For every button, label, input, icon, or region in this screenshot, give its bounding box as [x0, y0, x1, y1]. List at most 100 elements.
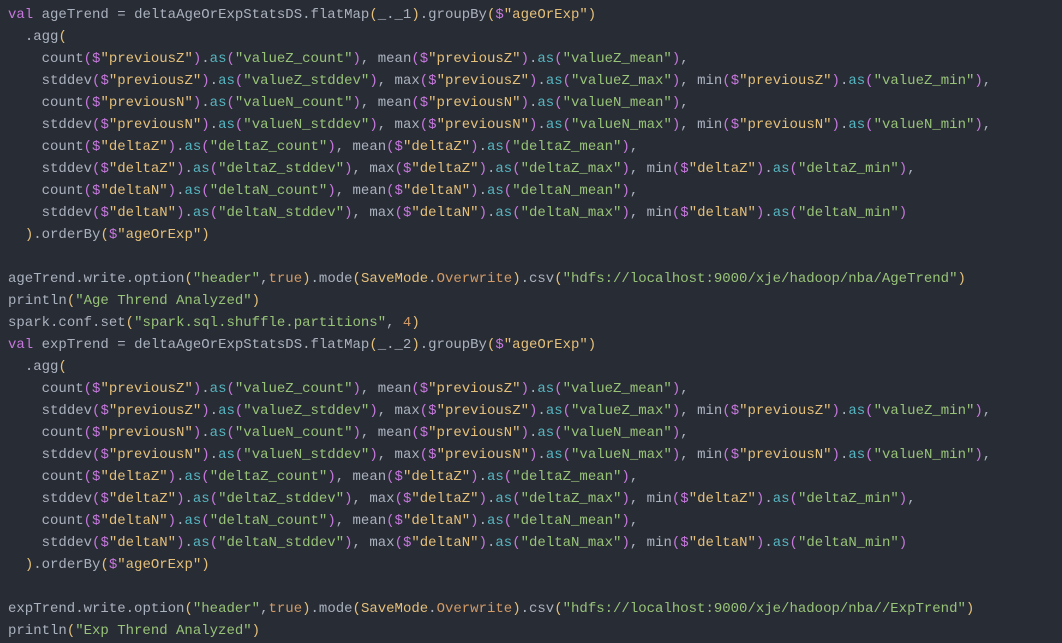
col-previousZ: "previousZ" — [109, 73, 201, 89]
alias: "deltaN_mean" — [512, 183, 621, 199]
alias: "valueZ_mean" — [563, 381, 672, 397]
col-previousN: "previousN" — [428, 425, 520, 441]
groupby-col: "ageOrExp" — [504, 7, 588, 23]
alias: "valueZ_mean" — [563, 51, 672, 67]
col-previousZ: "previousZ" — [428, 51, 520, 67]
orderby-col: "ageOrExp" — [117, 557, 201, 573]
hdfs-age-path: "hdfs://localhost:9000/xje/hadoop/nba/Ag… — [563, 271, 958, 287]
col-deltaZ: "deltaZ" — [689, 161, 756, 177]
keyword-val: val — [8, 7, 33, 23]
col-deltaN: "deltaN" — [411, 205, 478, 221]
alias: "valueZ_min" — [874, 73, 975, 89]
col-previousN: "previousN" — [739, 117, 831, 133]
alias: "deltaZ_max" — [521, 161, 622, 177]
col-deltaZ: "deltaZ" — [411, 491, 478, 507]
alias: "deltaN_stddev" — [218, 535, 344, 551]
alias: "valueN_mean" — [563, 425, 672, 441]
col-deltaZ: "deltaZ" — [403, 139, 470, 155]
savemode-obj: SaveMode — [361, 271, 428, 287]
col-previousZ: "previousZ" — [109, 403, 201, 419]
alias: "valueN_max" — [571, 117, 672, 133]
flatmap-arg: _._2 — [378, 337, 412, 353]
alias: "valueZ_max" — [571, 403, 672, 419]
alias: "deltaZ_min" — [798, 161, 899, 177]
col-deltaN: "deltaN" — [109, 205, 176, 221]
true-literal: true — [269, 271, 303, 287]
alias: "deltaN_stddev" — [218, 205, 344, 221]
col-deltaZ: "deltaZ" — [109, 491, 176, 507]
alias: "valueZ_count" — [235, 381, 353, 397]
alias: "deltaZ_stddev" — [218, 161, 344, 177]
alias: "deltaN_count" — [210, 513, 328, 529]
col-deltaZ: "deltaZ" — [411, 161, 478, 177]
alias: "valueN_min" — [874, 447, 975, 463]
orderby-col: "ageOrExp" — [117, 227, 201, 243]
alias: "deltaZ_count" — [210, 469, 328, 485]
col-previousN: "previousN" — [109, 117, 201, 133]
source-ds: deltaAgeOrExpStatsDS — [134, 7, 302, 23]
col-deltaN: "deltaN" — [411, 535, 478, 551]
alias: "valueZ_stddev" — [243, 403, 369, 419]
alias: "valueN_count" — [235, 95, 353, 111]
overwrite-const: Overwrite — [437, 601, 513, 617]
overwrite-const: Overwrite — [437, 271, 513, 287]
col-deltaN: "deltaN" — [689, 535, 756, 551]
alias: "deltaZ_min" — [798, 491, 899, 507]
alias: "valueN_stddev" — [243, 117, 369, 133]
header-literal: "header" — [193, 271, 260, 287]
groupby-col: "ageOrExp" — [504, 337, 588, 353]
col-previousZ: "previousZ" — [739, 403, 831, 419]
alias: "valueN_max" — [571, 447, 672, 463]
col-previousZ: "previousZ" — [437, 73, 529, 89]
alias: "valueZ_stddev" — [243, 73, 369, 89]
col-previousN: "previousN" — [100, 425, 192, 441]
var-ageTrend: ageTrend — [8, 271, 75, 287]
col-previousN: "previousN" — [739, 447, 831, 463]
alias: "deltaZ_stddev" — [218, 491, 344, 507]
alias: "valueZ_max" — [571, 73, 672, 89]
alias: "valueN_stddev" — [243, 447, 369, 463]
println-exp: "Exp Thrend Analyzed" — [75, 623, 251, 639]
alias: "valueN_count" — [235, 425, 353, 441]
col-previousN: "previousN" — [437, 447, 529, 463]
header-literal: "header" — [193, 601, 260, 617]
alias: "deltaZ_count" — [210, 139, 328, 155]
col-deltaN: "deltaN" — [100, 513, 167, 529]
alias: "deltaN_max" — [521, 535, 622, 551]
col-previousN: "previousN" — [437, 117, 529, 133]
alias: "valueZ_min" — [874, 403, 975, 419]
var-ageTrend: ageTrend — [42, 7, 109, 23]
col-deltaN: "deltaN" — [689, 205, 756, 221]
col-previousZ: "previousZ" — [739, 73, 831, 89]
true-literal: true — [269, 601, 303, 617]
col-deltaZ: "deltaZ" — [403, 469, 470, 485]
col-previousZ: "previousZ" — [428, 381, 520, 397]
spark-conf-key: "spark.sql.shuffle.partitions" — [134, 315, 386, 331]
col-previousN: "previousN" — [428, 95, 520, 111]
col-previousZ: "previousZ" — [100, 51, 192, 67]
col-deltaN: "deltaN" — [109, 535, 176, 551]
alias: "deltaN_min" — [798, 535, 899, 551]
alias: "deltaN_mean" — [512, 513, 621, 529]
alias: "valueN_min" — [874, 117, 975, 133]
col-previousN: "previousN" — [100, 95, 192, 111]
col-previousN: "previousN" — [109, 447, 201, 463]
col-deltaN: "deltaN" — [403, 513, 470, 529]
col-deltaN: "deltaN" — [403, 183, 470, 199]
var-expTrend: expTrend — [8, 601, 75, 617]
col-previousZ: "previousZ" — [100, 381, 192, 397]
savemode-obj: SaveMode — [361, 601, 428, 617]
alias: "deltaN_count" — [210, 183, 328, 199]
col-deltaZ: "deltaZ" — [100, 469, 167, 485]
alias: "deltaN_min" — [798, 205, 899, 221]
col-previousZ: "previousZ" — [437, 403, 529, 419]
code-editor[interactable]: val ageTrend = deltaAgeOrExpStatsDS.flat… — [0, 0, 1062, 643]
col-deltaZ: "deltaZ" — [689, 491, 756, 507]
alias: "deltaZ_max" — [521, 491, 622, 507]
alias: "valueZ_count" — [235, 51, 353, 67]
alias: "deltaZ_mean" — [512, 469, 621, 485]
flatmap-arg: _._1 — [378, 7, 412, 23]
col-deltaN: "deltaN" — [100, 183, 167, 199]
source-ds: deltaAgeOrExpStatsDS — [134, 337, 302, 353]
println-age: "Age Thrend Analyzed" — [75, 293, 251, 309]
